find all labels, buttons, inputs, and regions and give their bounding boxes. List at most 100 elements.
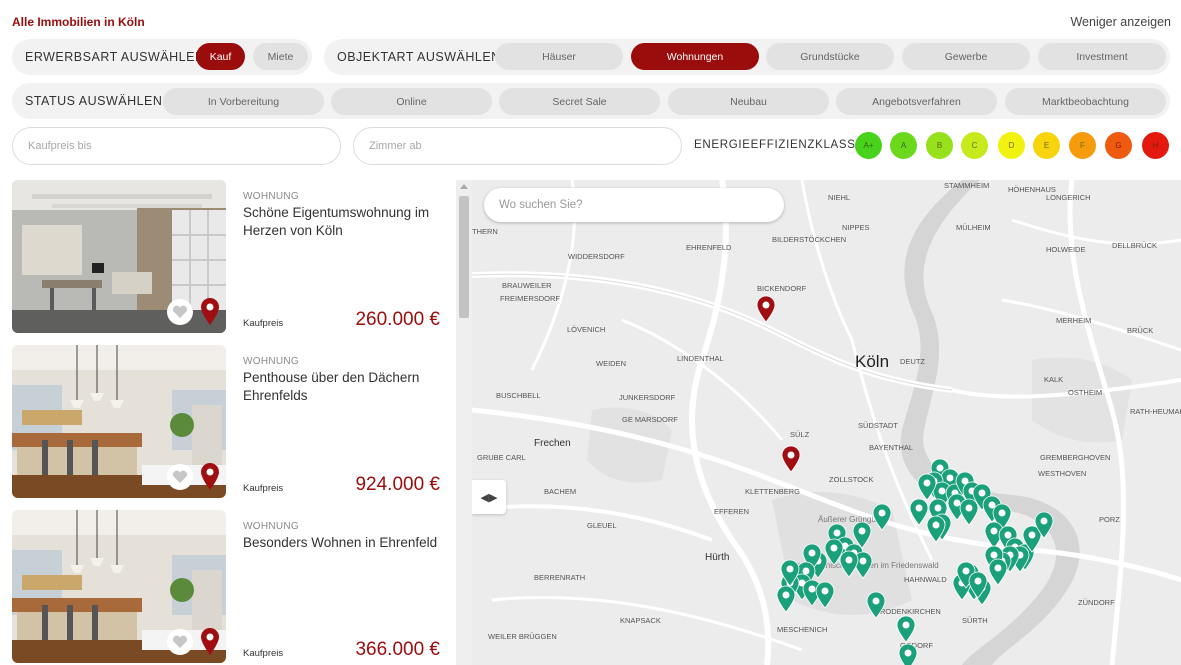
map-label: MERHEIM bbox=[1056, 316, 1091, 325]
energy-class-b[interactable]: B bbox=[926, 132, 953, 159]
map-city-label: Köln bbox=[855, 352, 889, 371]
map-label: NIEHL bbox=[828, 193, 850, 202]
map-label: LONGERICH bbox=[1046, 193, 1091, 202]
acquisition-filter-group: ERWERBSART AUSWÄHLEN Kauf Miete bbox=[12, 39, 312, 75]
listing-card[interactable]: WOHNUNG Penthouse über den Dächern Ehren… bbox=[12, 345, 444, 498]
energy-class-c[interactable]: C bbox=[961, 132, 988, 159]
map-label: DEUTZ bbox=[900, 357, 925, 366]
listing-photo[interactable] bbox=[12, 180, 226, 333]
map-label: BACHEM bbox=[544, 487, 576, 496]
listing-photo[interactable] bbox=[12, 345, 226, 498]
listing-type: WOHNUNG bbox=[243, 521, 299, 532]
map-label: WESTHOVEN bbox=[1038, 469, 1086, 478]
map-label: SÜDSTADT bbox=[858, 421, 898, 430]
energy-class-a[interactable]: A bbox=[890, 132, 917, 159]
map-label: Frechen bbox=[534, 438, 571, 449]
map-label: JUNKERSDORF bbox=[619, 393, 676, 402]
status-filter-group: STATUS AUSWÄHLEN In Vorbereitung Online … bbox=[12, 83, 1170, 119]
listing-price-label: Kaufpreis bbox=[243, 648, 284, 659]
map-label: MÜLHEIM bbox=[956, 223, 991, 232]
map-expand-toggle-icon[interactable]: ◀▶ bbox=[472, 480, 506, 514]
map-label: NIPPES bbox=[842, 223, 870, 232]
favorite-heart-icon[interactable] bbox=[167, 629, 193, 655]
map-search-input[interactable] bbox=[484, 188, 784, 222]
listing-photo[interactable] bbox=[12, 510, 226, 663]
status-option-secret-sale[interactable]: Secret Sale bbox=[499, 88, 660, 115]
map-label: THERN bbox=[472, 227, 498, 236]
map-label: BICKENDORF bbox=[757, 284, 807, 293]
map-label: ZOLLSTOCK bbox=[829, 475, 873, 484]
energy-class-e[interactable]: E bbox=[1033, 132, 1060, 159]
favorite-heart-icon[interactable] bbox=[167, 299, 193, 325]
max-price-input[interactable] bbox=[12, 127, 341, 165]
acquisition-option-miete[interactable]: Miete bbox=[253, 43, 308, 70]
energy-class-f[interactable]: F bbox=[1069, 132, 1096, 159]
energy-class-label: ENERGIEEFFIZIENZKLASSE bbox=[694, 139, 865, 151]
map-label: KALK bbox=[1044, 375, 1063, 384]
map-label: GRUBE CARL bbox=[477, 453, 526, 462]
object-type-filter-group: OBJEKTART AUSWÄHLEN Häuser Wohnungen Gru… bbox=[324, 39, 1170, 75]
listing-card[interactable]: WOHNUNG Schöne Eigentumswohnung im Herze… bbox=[12, 180, 444, 333]
object-type-option-gewerbe[interactable]: Gewerbe bbox=[902, 43, 1030, 70]
favorite-heart-icon[interactable] bbox=[167, 464, 193, 490]
map-label: BAYENTHAL bbox=[869, 443, 913, 452]
map-label: HAHNWALD bbox=[904, 575, 947, 584]
status-option-angebotsverfahren[interactable]: Angebotsverfahren bbox=[836, 88, 997, 115]
listing-price-label: Kaufpreis bbox=[243, 318, 284, 329]
show-on-map-pin-icon[interactable] bbox=[201, 463, 219, 490]
show-on-map-pin-icon[interactable] bbox=[201, 298, 219, 325]
map-label: BERRENRATH bbox=[534, 573, 585, 582]
object-type-option-investment[interactable]: Investment bbox=[1038, 43, 1166, 70]
listing-type: WOHNUNG bbox=[243, 191, 299, 202]
map-view[interactable]: STAMMHEIM HÖHENHAUS NIEHL LONGERICH BICKENDO… bbox=[472, 180, 1181, 665]
listing-price: 924.000 € bbox=[355, 474, 440, 495]
status-option-online[interactable]: Online bbox=[331, 88, 492, 115]
energy-class-d[interactable]: D bbox=[998, 132, 1025, 159]
listing-title[interactable]: Schöne Eigentumswohnung im Herzen von Kö… bbox=[243, 204, 443, 240]
map-label: RATH-HEUMAR bbox=[1130, 407, 1181, 416]
listing-price: 366.000 € bbox=[355, 639, 440, 660]
map-label: BRAUWEILER bbox=[502, 281, 552, 290]
map-label: WEIDEN bbox=[596, 359, 626, 368]
status-option-marktbeobachtung[interactable]: Marktbeobachtung bbox=[1005, 88, 1166, 115]
map-label: KLETTENBERG bbox=[745, 487, 800, 496]
acquisition-option-kauf[interactable]: Kauf bbox=[196, 43, 245, 70]
scroll-up-arrow-icon[interactable] bbox=[460, 184, 468, 189]
object-type-label: OBJEKTART AUSWÄHLEN bbox=[337, 50, 501, 64]
map-label: SÜLZ bbox=[790, 430, 810, 439]
listing-title[interactable]: Penthouse über den Dächern Ehrenfelds bbox=[243, 369, 443, 405]
status-option-neubau[interactable]: Neubau bbox=[668, 88, 829, 115]
status-option-in-vorbereitung[interactable]: In Vorbereitung bbox=[163, 88, 324, 115]
map-label: Hürth bbox=[705, 552, 729, 563]
map-pin-icon[interactable] bbox=[898, 643, 918, 665]
map-label: WIDDERSDORF bbox=[568, 252, 625, 261]
energy-class-h[interactable]: H bbox=[1142, 132, 1169, 159]
object-type-option-grundstuecke[interactable]: Grundstücke bbox=[766, 43, 894, 70]
energy-class-a-plus[interactable]: A+ bbox=[855, 132, 882, 159]
show-less-link[interactable]: Weniger anzeigen bbox=[1070, 15, 1171, 29]
listing-scrollbar-thumb[interactable] bbox=[459, 196, 469, 318]
map-label: FREIMERSDORF bbox=[500, 294, 560, 303]
listing-scrollbar[interactable] bbox=[456, 180, 472, 665]
object-type-option-wohnungen[interactable]: Wohnungen bbox=[631, 43, 759, 70]
listing-type: WOHNUNG bbox=[243, 356, 299, 367]
page-title: Alle Immobilien in Köln bbox=[12, 15, 145, 29]
show-on-map-pin-icon[interactable] bbox=[201, 628, 219, 655]
object-type-option-haeuser[interactable]: Häuser bbox=[495, 43, 623, 70]
acquisition-label: ERWERBSART AUSWÄHLEN bbox=[25, 50, 205, 64]
status-label: STATUS AUSWÄHLEN bbox=[25, 94, 163, 108]
map-label: LÖVENICH bbox=[567, 325, 605, 334]
map-label: PORZ bbox=[1099, 515, 1120, 524]
listing-card[interactable]: WOHNUNG Besonders Wohnen in Ehrenfeld Ka… bbox=[12, 510, 444, 663]
map-label: MESCHENICH bbox=[777, 625, 827, 634]
map-label: GLEUEL bbox=[587, 521, 617, 530]
map-canvas[interactable]: STAMMHEIM HÖHENHAUSNIEHL LONGERICHBICKENDO… bbox=[472, 180, 1181, 665]
map-label: EHRENFELD bbox=[686, 243, 732, 252]
listing-title[interactable]: Besonders Wohnen in Ehrenfeld bbox=[243, 534, 443, 552]
map-label: SÜRTH bbox=[962, 616, 988, 625]
min-rooms-input[interactable] bbox=[353, 127, 682, 165]
map-label: GE MARSDORF bbox=[622, 415, 678, 424]
energy-class-g[interactable]: G bbox=[1105, 132, 1132, 159]
map-label: GREMBERGHOVEN bbox=[1040, 453, 1110, 462]
map-label: ZÜNDORF bbox=[1078, 598, 1115, 607]
